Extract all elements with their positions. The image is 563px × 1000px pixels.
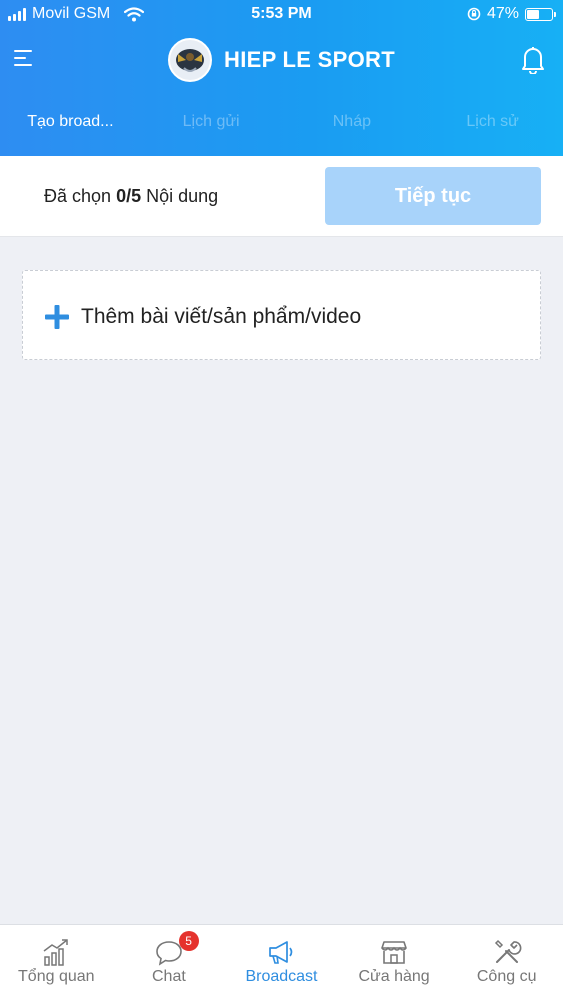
shop-name: HIEP LE SPORT [224,47,395,72]
bottom-nav: Tổng quan 5 Chat Broadcast Cửa hàng Công… [0,924,563,1000]
add-content-label: Thêm bài viết/sản phẩm/video [81,305,362,328]
selection-count: 0/5 [116,186,142,206]
chart-icon [43,939,69,966]
avatar [168,38,212,82]
nav-overview[interactable]: Tổng quan [0,925,113,1000]
nav-tools-label: Công cụ [476,968,537,985]
chat-unread-badge: 5 [178,931,199,951]
nav-chat-label: Chat [151,968,186,985]
nav-tools[interactable]: Công cụ [450,925,563,1000]
tab-create-broadcast[interactable]: Tạo broad... [0,100,141,146]
plus-icon [45,305,69,329]
app-header: Movil GSM 5:53 PM 47% HIEP LE SPORT Tạo … [0,0,563,156]
status-bar: Movil GSM 5:53 PM 47% [0,0,563,30]
nav-broadcast[interactable]: Broadcast [225,925,338,1000]
add-content-button[interactable]: Thêm bài viết/sản phẩm/video [22,270,541,360]
nav-overview-label: Tổng quan [18,968,95,985]
notification-button[interactable] [519,44,547,75]
nav-store[interactable]: Cửa hàng [338,925,451,1000]
tools-icon [494,939,522,963]
tab-drafts[interactable]: Nháp [282,100,423,146]
battery-percent: 47% [486,5,519,22]
continue-button[interactable]: Tiếp tục [325,167,541,225]
megaphone-icon [269,941,293,964]
bell-icon [522,47,544,75]
nav-chat[interactable]: 5 Chat [113,925,226,1000]
battery-icon [525,7,556,21]
store-icon [381,941,407,964]
selection-count-text: Đã chọn 0/5 Nội dung [44,186,219,206]
tab-history[interactable]: Lịch sử [422,100,563,146]
tab-bar: Tạo broad... Lịch gửi Nháp Lịch sử [0,100,563,146]
selection-bar: Đã chọn 0/5 Nội dung Tiếp tục [0,156,563,237]
rotation-lock-icon [467,7,481,21]
nav-store-label: Cửa hàng [358,968,430,985]
tab-schedule[interactable]: Lịch gửi [141,100,282,146]
brand[interactable]: HIEP LE SPORT [0,38,563,82]
nav-broadcast-label: Broadcast [245,968,318,985]
